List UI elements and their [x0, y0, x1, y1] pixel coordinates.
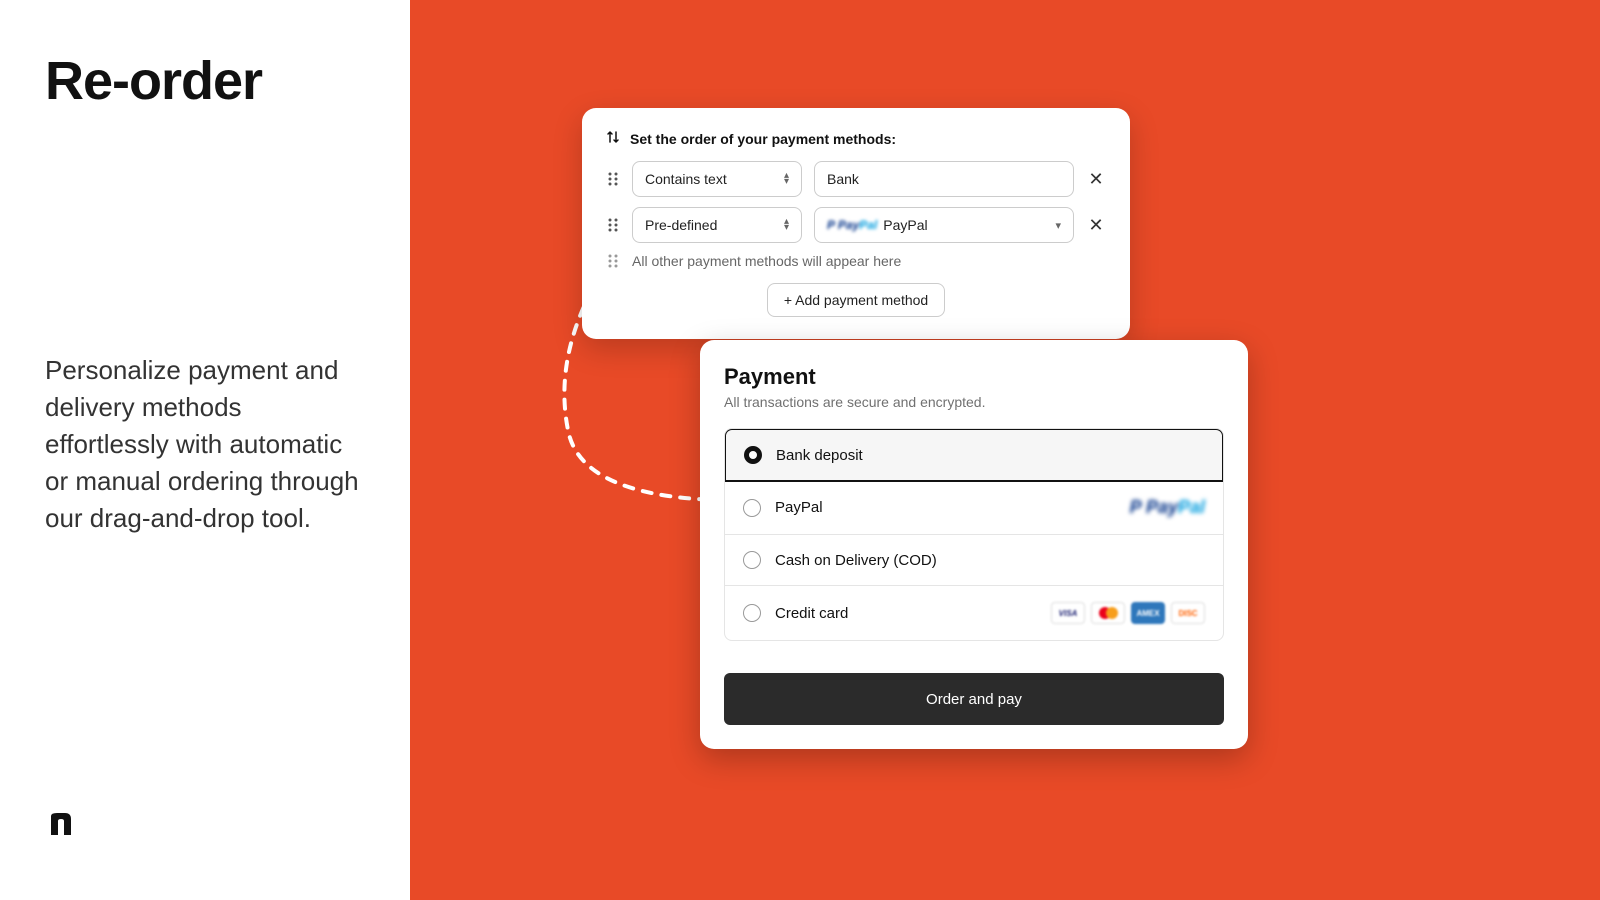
- page-title: Re-order: [45, 50, 365, 112]
- radio-icon: [744, 446, 762, 464]
- radio-icon: [743, 604, 761, 622]
- value-select[interactable]: P PayPal PayPal ▾: [814, 207, 1074, 243]
- radio-icon: [743, 551, 761, 569]
- mastercard-icon: [1091, 602, 1125, 624]
- checkout-preview-card: Payment All transactions are secure and …: [700, 340, 1248, 749]
- config-title: Set the order of your payment methods:: [630, 131, 896, 147]
- reorder-config-card: Set the order of your payment methods: C…: [582, 108, 1130, 339]
- remove-rule-button[interactable]: ✕: [1086, 215, 1106, 236]
- page-description: Personalize payment and delivery methods…: [45, 352, 365, 537]
- config-rule-row: Pre-defined ▴▾ P PayPal PayPal ▾ ✕: [606, 207, 1106, 243]
- chevron-updown-icon: ▴▾: [784, 173, 789, 185]
- info-panel: Re-order Personalize payment and deliver…: [0, 0, 410, 900]
- drag-handle-icon[interactable]: [606, 171, 620, 187]
- chevron-updown-icon: ▴▾: [784, 219, 789, 231]
- paypal-logo-icon: P PayPal: [1130, 497, 1205, 518]
- payment-option[interactable]: Bank deposit: [724, 428, 1224, 482]
- visa-icon: VISA: [1051, 602, 1085, 624]
- config-rule-row: Contains text ▴▾ Bank ✕: [606, 161, 1106, 197]
- drag-handle-icon[interactable]: [606, 253, 620, 269]
- brand-logo: [45, 808, 77, 845]
- config-rest-row: All other payment methods will appear he…: [606, 253, 1106, 269]
- discover-icon: DISC: [1171, 602, 1205, 624]
- demo-panel: Set the order of your payment methods: C…: [410, 0, 1600, 900]
- payment-options-list: Bank deposit PayPal P PayPal Cash on Del…: [724, 428, 1224, 641]
- config-header: Set the order of your payment methods:: [606, 130, 1106, 147]
- payment-option[interactable]: Cash on Delivery (COD): [725, 535, 1223, 586]
- paypal-icon: P PayPal: [827, 218, 877, 232]
- rest-label: All other payment methods will appear he…: [632, 253, 901, 269]
- condition-select[interactable]: Contains text ▴▾: [632, 161, 802, 197]
- drag-handle-icon[interactable]: [606, 217, 620, 233]
- payment-option[interactable]: PayPal P PayPal: [725, 481, 1223, 535]
- radio-icon: [743, 499, 761, 517]
- chevron-down-icon: ▾: [1055, 219, 1061, 232]
- checkout-subtitle: All transactions are secure and encrypte…: [724, 394, 1224, 410]
- add-payment-method-button[interactable]: + Add payment method: [767, 283, 945, 317]
- payment-option[interactable]: Credit card VISA AMEX DISC: [725, 586, 1223, 640]
- order-and-pay-button[interactable]: Order and pay: [724, 673, 1224, 725]
- value-input[interactable]: Bank: [814, 161, 1074, 197]
- checkout-title: Payment: [724, 364, 1224, 390]
- amex-icon: AMEX: [1131, 602, 1165, 624]
- condition-select[interactable]: Pre-defined ▴▾: [632, 207, 802, 243]
- sort-icon: [606, 130, 620, 147]
- remove-rule-button[interactable]: ✕: [1086, 169, 1106, 190]
